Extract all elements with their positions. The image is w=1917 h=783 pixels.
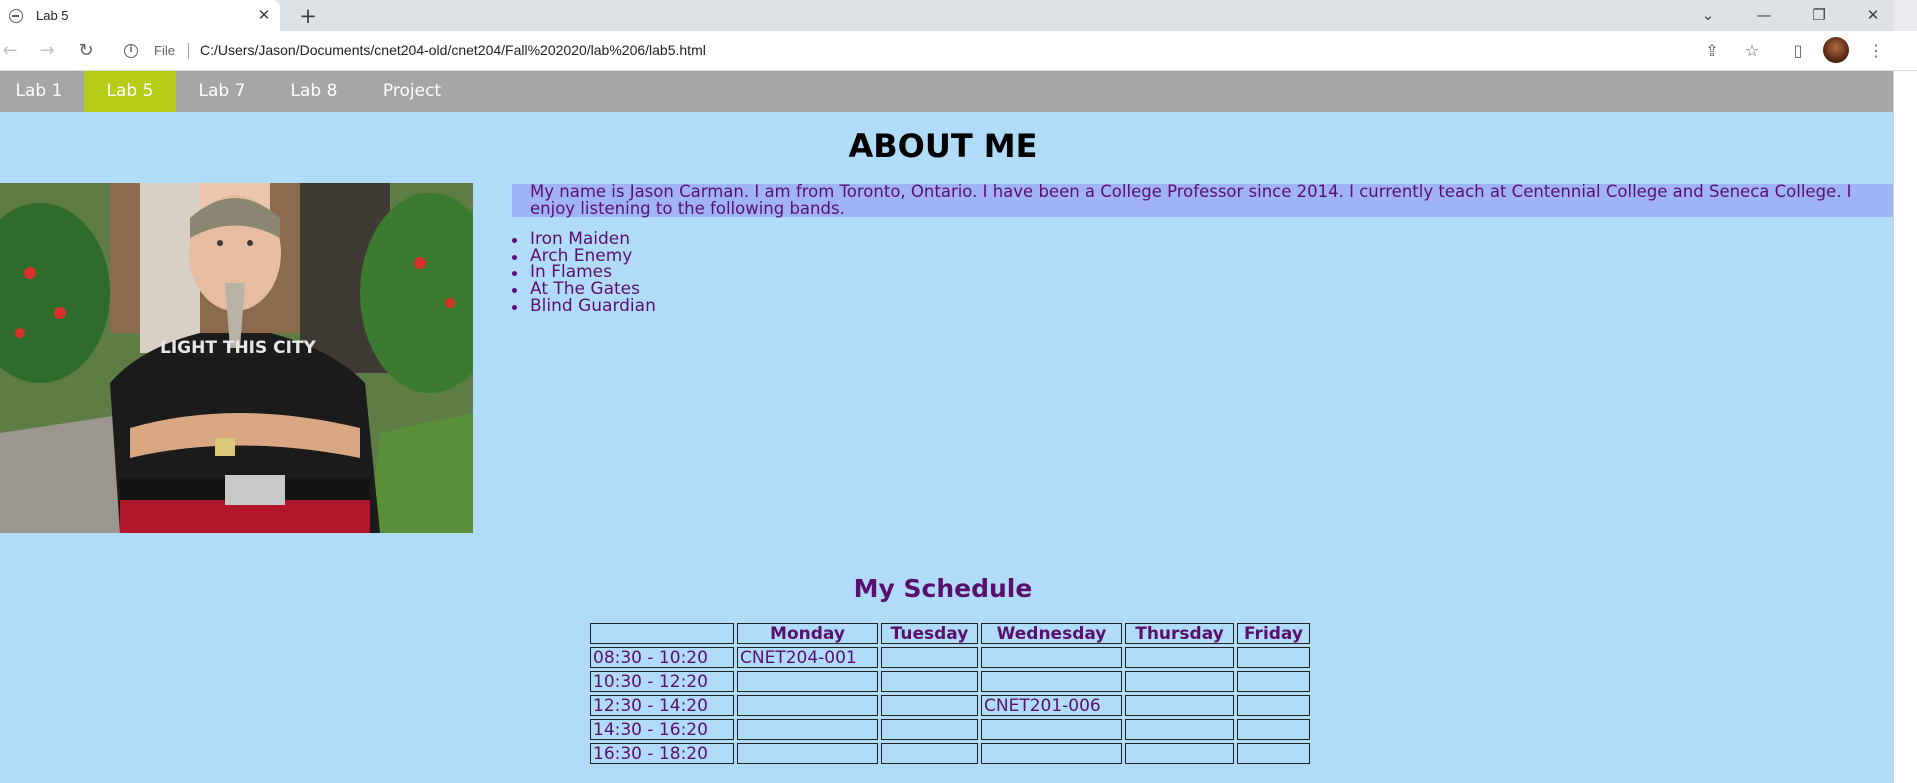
nav-link-project[interactable]: Project — [370, 71, 454, 112]
table-header-cell — [590, 623, 734, 644]
address-bar[interactable]: i File C:/Users/Jason/Documents/cnet204-… — [112, 35, 1742, 67]
table-row: 08:30 - 10:20 CNET204-001 — [590, 647, 1310, 668]
table-header-cell: Wednesday — [981, 623, 1122, 644]
table-cell — [881, 695, 978, 716]
table-cell — [981, 671, 1122, 692]
table-cell — [981, 743, 1122, 764]
site-nav-bar: Lab 1 Lab 5 Lab 7 Lab 8 Project — [0, 71, 1893, 112]
back-button[interactable]: ← — [0, 37, 24, 65]
table-cell — [1125, 719, 1234, 740]
table-cell — [737, 719, 878, 740]
table-cell — [881, 719, 978, 740]
table-cell-time: 10:30 - 12:20 — [590, 671, 734, 692]
table-cell — [737, 743, 878, 764]
tab-title: Lab 5 — [36, 8, 69, 23]
profile-avatar[interactable] — [1823, 37, 1849, 63]
table-cell-time: 14:30 - 16:20 — [590, 719, 734, 740]
table-cell — [881, 743, 978, 764]
schedule-title: My Schedule — [853, 574, 1033, 603]
table-cell — [1237, 671, 1310, 692]
nav-link-lab1[interactable]: Lab 1 — [0, 71, 78, 112]
bands-list: Iron Maiden Arch Enemy In Flames At The … — [512, 231, 656, 316]
table-cell — [981, 647, 1122, 668]
table-cell — [981, 719, 1122, 740]
reload-button[interactable]: ↻ — [72, 37, 100, 65]
globe-icon — [9, 9, 23, 23]
nav-link-lab5[interactable]: Lab 5 — [84, 71, 176, 112]
table-cell: CNET201-006 — [981, 695, 1122, 716]
table-cell — [1125, 695, 1234, 716]
table-row: 14:30 - 16:20 — [590, 719, 1310, 740]
nav-link-lab8[interactable]: Lab 8 — [278, 71, 350, 112]
table-header-cell: Monday — [737, 623, 878, 644]
browser-menu-icon[interactable]: ⋮ — [1862, 37, 1890, 65]
tab-search-dropdown-icon[interactable]: ⌄ — [1688, 3, 1728, 27]
adjacent-window-edge — [1893, 71, 1917, 783]
table-cell: CNET204-001 — [737, 647, 878, 668]
table-cell — [737, 671, 878, 692]
schedule-table: Monday Tuesday Wednesday Thursday Friday… — [587, 620, 1313, 767]
browser-tabstrip: Lab 5 ✕ + ⌄ — ❐ ✕ — [0, 0, 1917, 31]
table-cell-time: 16:30 - 18:20 — [590, 743, 734, 764]
intro-paragraph: My name is Jason Carman. I am from Toron… — [530, 182, 1852, 218]
table-header-cell: Tuesday — [881, 623, 978, 644]
nav-link-lab7[interactable]: Lab 7 — [186, 71, 258, 112]
minimize-button[interactable]: — — [1744, 3, 1784, 27]
shirt-text: LIGHT THIS CITY — [160, 338, 317, 358]
table-cell — [1125, 671, 1234, 692]
table-cell — [1237, 695, 1310, 716]
intro-paragraph-box: My name is Jason Carman. I am from Toron… — [512, 182, 1893, 218]
profile-photo: LIGHT THIS CITY — [0, 183, 473, 533]
table-cell — [881, 647, 978, 668]
restore-button[interactable]: ❐ — [1799, 3, 1839, 27]
table-row: 12:30 - 14:20 CNET201-006 — [590, 695, 1310, 716]
url-text[interactable]: C:/Users/Jason/Documents/cnet204-old/cne… — [200, 42, 706, 58]
bookmark-star-icon[interactable]: ☆ — [1738, 37, 1766, 65]
close-tab-icon[interactable]: ✕ — [254, 5, 274, 25]
browser-toolbar: ← → ↻ i File C:/Users/Jason/Documents/cn… — [0, 31, 1917, 71]
table-cell-time: 12:30 - 14:20 — [590, 695, 734, 716]
table-cell-time: 08:30 - 10:20 — [590, 647, 734, 668]
table-row: 10:30 - 12:20 — [590, 671, 1310, 692]
table-cell — [1237, 647, 1310, 668]
table-cell — [1125, 743, 1234, 764]
address-separator — [188, 43, 189, 59]
table-row: 16:30 - 18:20 — [590, 743, 1310, 764]
table-header-cell: Friday — [1237, 623, 1310, 644]
table-cell — [737, 695, 878, 716]
table-cell — [1237, 743, 1310, 764]
band-list-item: Blind Guardian — [512, 295, 656, 316]
close-window-button[interactable]: ✕ — [1853, 3, 1893, 27]
table-cell — [881, 671, 978, 692]
forward-button[interactable]: → — [33, 37, 61, 65]
browser-tab-lab5[interactable]: Lab 5 ✕ — [0, 0, 280, 31]
table-header-row: Monday Tuesday Wednesday Thursday Friday — [590, 623, 1310, 644]
page-title: ABOUT ME — [848, 127, 1038, 165]
table-header-cell: Thursday — [1125, 623, 1234, 644]
share-icon[interactable]: ⇪ — [1698, 37, 1726, 65]
new-tab-button[interactable]: + — [296, 4, 320, 28]
table-cell — [1237, 719, 1310, 740]
file-scheme-label: File — [154, 43, 175, 58]
profile-photo-illustration: LIGHT THIS CITY — [0, 183, 473, 533]
table-cell — [1125, 647, 1234, 668]
site-info-icon[interactable]: i — [124, 44, 138, 58]
side-panel-icon[interactable]: ▯ — [1784, 37, 1812, 65]
